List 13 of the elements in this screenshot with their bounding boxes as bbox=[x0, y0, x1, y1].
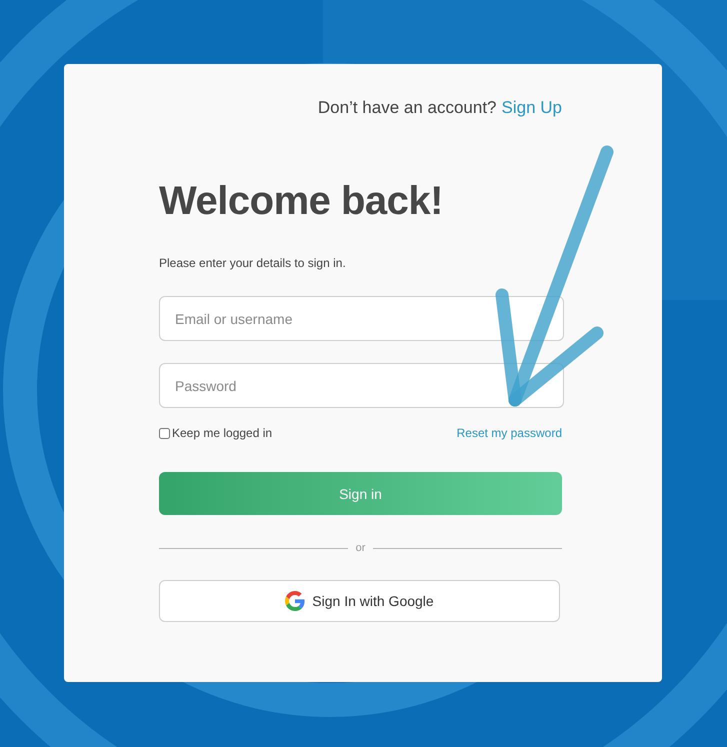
reset-password-link[interactable]: Reset my password bbox=[456, 426, 562, 440]
input-field[interactable]: Email or username bbox=[159, 296, 564, 341]
input-field[interactable]: Password bbox=[159, 363, 564, 408]
google-icon bbox=[285, 591, 306, 611]
remember-checkbox[interactable] bbox=[159, 428, 170, 438]
google-sign-in-button[interactable]: Sign In with Google bbox=[159, 580, 560, 622]
subtitle: Please enter your details to sign in. bbox=[159, 256, 347, 270]
sign-in-button[interactable]: Sign in bbox=[159, 472, 562, 515]
divider-label: or bbox=[356, 542, 366, 554]
signup-prompt: Don’t have an account? bbox=[318, 98, 497, 118]
signup-link[interactable]: Sign Up bbox=[502, 98, 562, 118]
page-title: Welcome back! bbox=[159, 178, 444, 224]
remember-label: Keep me logged in bbox=[172, 426, 272, 440]
